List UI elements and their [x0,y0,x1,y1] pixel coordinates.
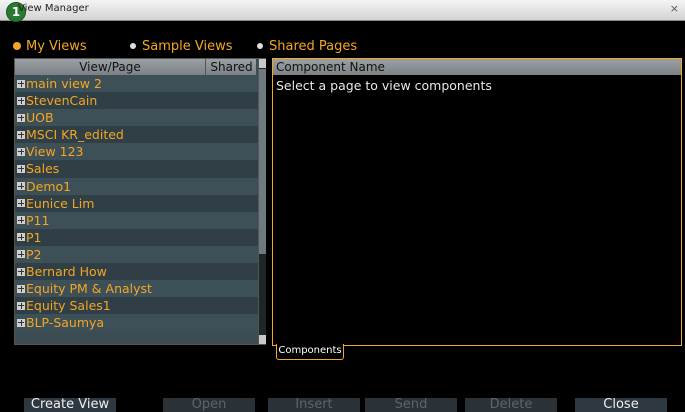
list-item[interactable]: Eunice Lim [15,194,258,212]
list-item-label: P11 [26,212,50,228]
list-item[interactable]: BLP-Saumya [15,314,258,332]
expand-plus-icon[interactable] [17,284,25,293]
views-list-panel: View/Page Shared main view 2 StevenCain … [14,58,266,345]
list-item-label: Demo1 [26,178,72,194]
expand-plus-icon[interactable] [17,182,25,191]
list-item-label: Eunice Lim [26,195,95,211]
components-panel: Component Name Select a page to view com… [272,58,682,346]
close-icon[interactable]: × [670,3,679,14]
list-item[interactable]: Demo1 [15,177,258,195]
list-item-label: main view 2 [26,76,102,91]
column-header-view-page[interactable]: View/Page [15,59,205,75]
scrollbar-thumb[interactable] [259,69,266,254]
expand-plus-icon[interactable] [17,301,25,310]
expand-plus-icon[interactable] [17,130,25,139]
radio-my-views-label: My Views [26,39,87,54]
list-item-label: View 123 [26,144,84,160]
list-item-label: Sales [26,161,60,177]
radio-sample-views[interactable]: Sample Views [130,40,233,54]
expand-plus-icon[interactable] [17,164,25,173]
expand-plus-icon[interactable] [17,250,25,259]
insert-button[interactable]: Insert [268,398,360,412]
views-list-scrollbar[interactable] [258,59,266,344]
list-item[interactable]: Equity PM & Analyst [15,280,258,298]
list-item[interactable]: Equity Sales1 [15,297,258,315]
list-item-label: MSCI KR_edited [26,127,124,143]
radio-shared-pages[interactable]: Shared Pages [257,40,357,54]
radio-dot-icon [14,42,20,49]
list-item[interactable]: StevenCain [15,92,258,110]
expand-plus-icon[interactable] [17,318,25,327]
column-header-component-name[interactable]: Component Name [273,59,681,75]
radio-sample-views-label: Sample Views [142,39,233,54]
expand-plus-icon[interactable] [17,79,25,88]
list-item[interactable]: main view 2 [15,75,258,93]
expand-plus-icon[interactable] [17,216,25,225]
components-empty-message: Select a page to view components [276,78,492,93]
list-item[interactable]: P1 [15,228,258,246]
list-item-label: StevenCain [26,93,98,109]
send-button[interactable]: Send [365,398,457,412]
list-item[interactable]: View 123 [15,143,258,161]
expand-plus-icon[interactable] [17,199,25,208]
radio-shared-pages-label: Shared Pages [269,39,358,54]
list-item[interactable]: P11 [15,211,258,229]
window-title: View Manager [18,3,89,14]
list-item[interactable]: MSCI KR_edited [15,126,258,144]
open-button[interactable]: Open [163,398,255,412]
radio-dot-icon [257,42,263,49]
list-item-label: Bernard How [26,264,107,280]
list-item[interactable]: P2 [15,245,258,264]
list-item[interactable]: Sales [15,160,258,178]
list-item-label: BLP-Saumya [26,315,105,331]
radio-dot-icon [130,42,136,49]
radio-my-views[interactable]: My Views [14,40,87,54]
views-list: main view 2 StevenCain UOB MSCI KR_edite… [15,75,258,332]
views-table-header: View/Page Shared [15,59,256,75]
list-item-label: UOB [26,110,54,126]
expand-plus-icon[interactable] [17,147,25,156]
list-item-label: P2 [26,246,42,262]
scroll-down-arrow-icon[interactable] [259,335,266,344]
expand-plus-icon[interactable] [17,96,25,105]
title-bar: 1 View Manager × [0,0,685,22]
list-item-label: Equity PM & Analyst [26,281,152,297]
close-button[interactable]: Close [575,398,667,412]
list-item[interactable]: UOB [15,109,258,127]
list-item-label: P1 [26,229,42,245]
expand-plus-icon[interactable] [17,233,25,242]
create-view-button[interactable]: Create View [24,398,116,412]
delete-button[interactable]: Delete [465,398,557,412]
list-item-label: Equity Sales1 [26,298,111,314]
list-item[interactable]: Bernard How [15,263,258,281]
tab-components[interactable]: Components [276,344,344,360]
scroll-up-arrow-icon[interactable] [259,59,266,68]
expand-plus-icon[interactable] [17,113,25,122]
column-header-shared[interactable]: Shared [205,59,257,75]
expand-plus-icon[interactable] [17,267,25,276]
